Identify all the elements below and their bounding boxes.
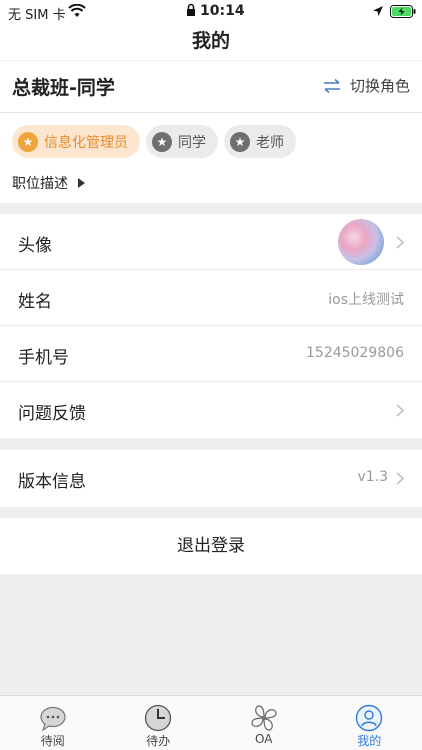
roles-section: ★ 信息化管理员 ★ 同学 ★ 老师 职位描述 — [0, 113, 422, 203]
phone-row: 手机号 15245029806 — [0, 326, 422, 382]
tab-label: 待阅 — [40, 734, 65, 748]
tab-pending-read[interactable]: 待阅 — [0, 696, 106, 750]
version-row[interactable]: 版本信息 v1.3 — [0, 450, 422, 507]
role-chip-info-admin[interactable]: ★ 信息化管理员 — [12, 125, 140, 158]
user-icon — [356, 704, 383, 732]
clock-icon — [145, 704, 172, 732]
switch-role-label: 切换角色 — [349, 77, 410, 95]
phone-value: 15245029806 — [306, 345, 404, 361]
version-list: 版本信息 v1.3 — [0, 450, 422, 507]
role-chip-label: 信息化管理员 — [44, 134, 128, 151]
class-header: 总裁班-同学 切换角色 — [0, 60, 422, 113]
logout-button[interactable]: 退出登录 — [0, 518, 422, 574]
star-icon: ★ — [152, 131, 172, 152]
profile-list: 头像 姓名 ios上线测试 手机号 15245029806 问题反馈 — [0, 214, 422, 438]
avatar-label: 头像 — [18, 236, 52, 256]
switch-role-button[interactable]: 切换角色 — [322, 75, 410, 96]
chevron-right-icon — [396, 404, 404, 417]
job-description-toggle[interactable]: 职位描述 — [12, 173, 85, 193]
page-title: 我的 — [191, 30, 230, 52]
phone-label: 手机号 — [18, 348, 69, 368]
name-label: 姓名 — [18, 292, 52, 312]
carrier-label: 无 SIM 卡 — [8, 8, 66, 23]
job-description-label: 职位描述 — [12, 176, 68, 192]
star-icon: ★ — [18, 131, 38, 152]
role-chip-classmate[interactable]: ★ 同学 — [146, 125, 218, 158]
role-chip-teacher[interactable]: ★ 老师 — [224, 125, 296, 158]
avatar — [338, 219, 384, 265]
role-chip-label: 同学 — [178, 134, 206, 151]
tab-bar: 待阅 待办 OA 我的 — [0, 695, 422, 750]
tab-label: 待办 — [146, 734, 171, 748]
clock-time: 10:14 — [200, 3, 245, 19]
status-bar: 无 SIM 卡 10:14 — [0, 0, 422, 24]
tab-todo[interactable]: 待办 — [106, 696, 212, 750]
name-row: 姓名 ios上线测试 — [0, 270, 422, 326]
lock-icon — [187, 3, 195, 16]
chevron-right-icon — [396, 236, 404, 249]
feedback-label: 问题反馈 — [18, 404, 86, 424]
caret-right-icon — [78, 178, 85, 188]
version-label: 版本信息 — [18, 472, 86, 492]
feedback-row[interactable]: 问题反馈 — [0, 382, 422, 438]
name-value: ios上线测试 — [328, 292, 404, 308]
chevron-right-icon — [396, 472, 404, 485]
clover-icon — [251, 705, 277, 731]
swap-arrows-icon — [323, 78, 340, 93]
class-title: 总裁班-同学 — [12, 77, 115, 99]
logout-label: 退出登录 — [177, 536, 245, 556]
nav-bar: 我的 — [0, 24, 422, 60]
star-icon: ★ — [230, 131, 250, 152]
tab-label: 我的 — [357, 734, 382, 748]
chat-bubble-icon — [40, 706, 66, 732]
tab-label: OA — [255, 732, 273, 746]
location-arrow-icon — [373, 6, 383, 16]
avatar-row[interactable]: 头像 — [0, 214, 422, 270]
tab-mine[interactable]: 我的 — [317, 696, 422, 750]
role-chip-label: 老师 — [256, 134, 284, 151]
battery-charging-icon — [390, 5, 416, 18]
tab-oa[interactable]: OA — [211, 696, 317, 750]
version-value: v1.3 — [357, 469, 388, 485]
wifi-icon — [68, 4, 86, 17]
